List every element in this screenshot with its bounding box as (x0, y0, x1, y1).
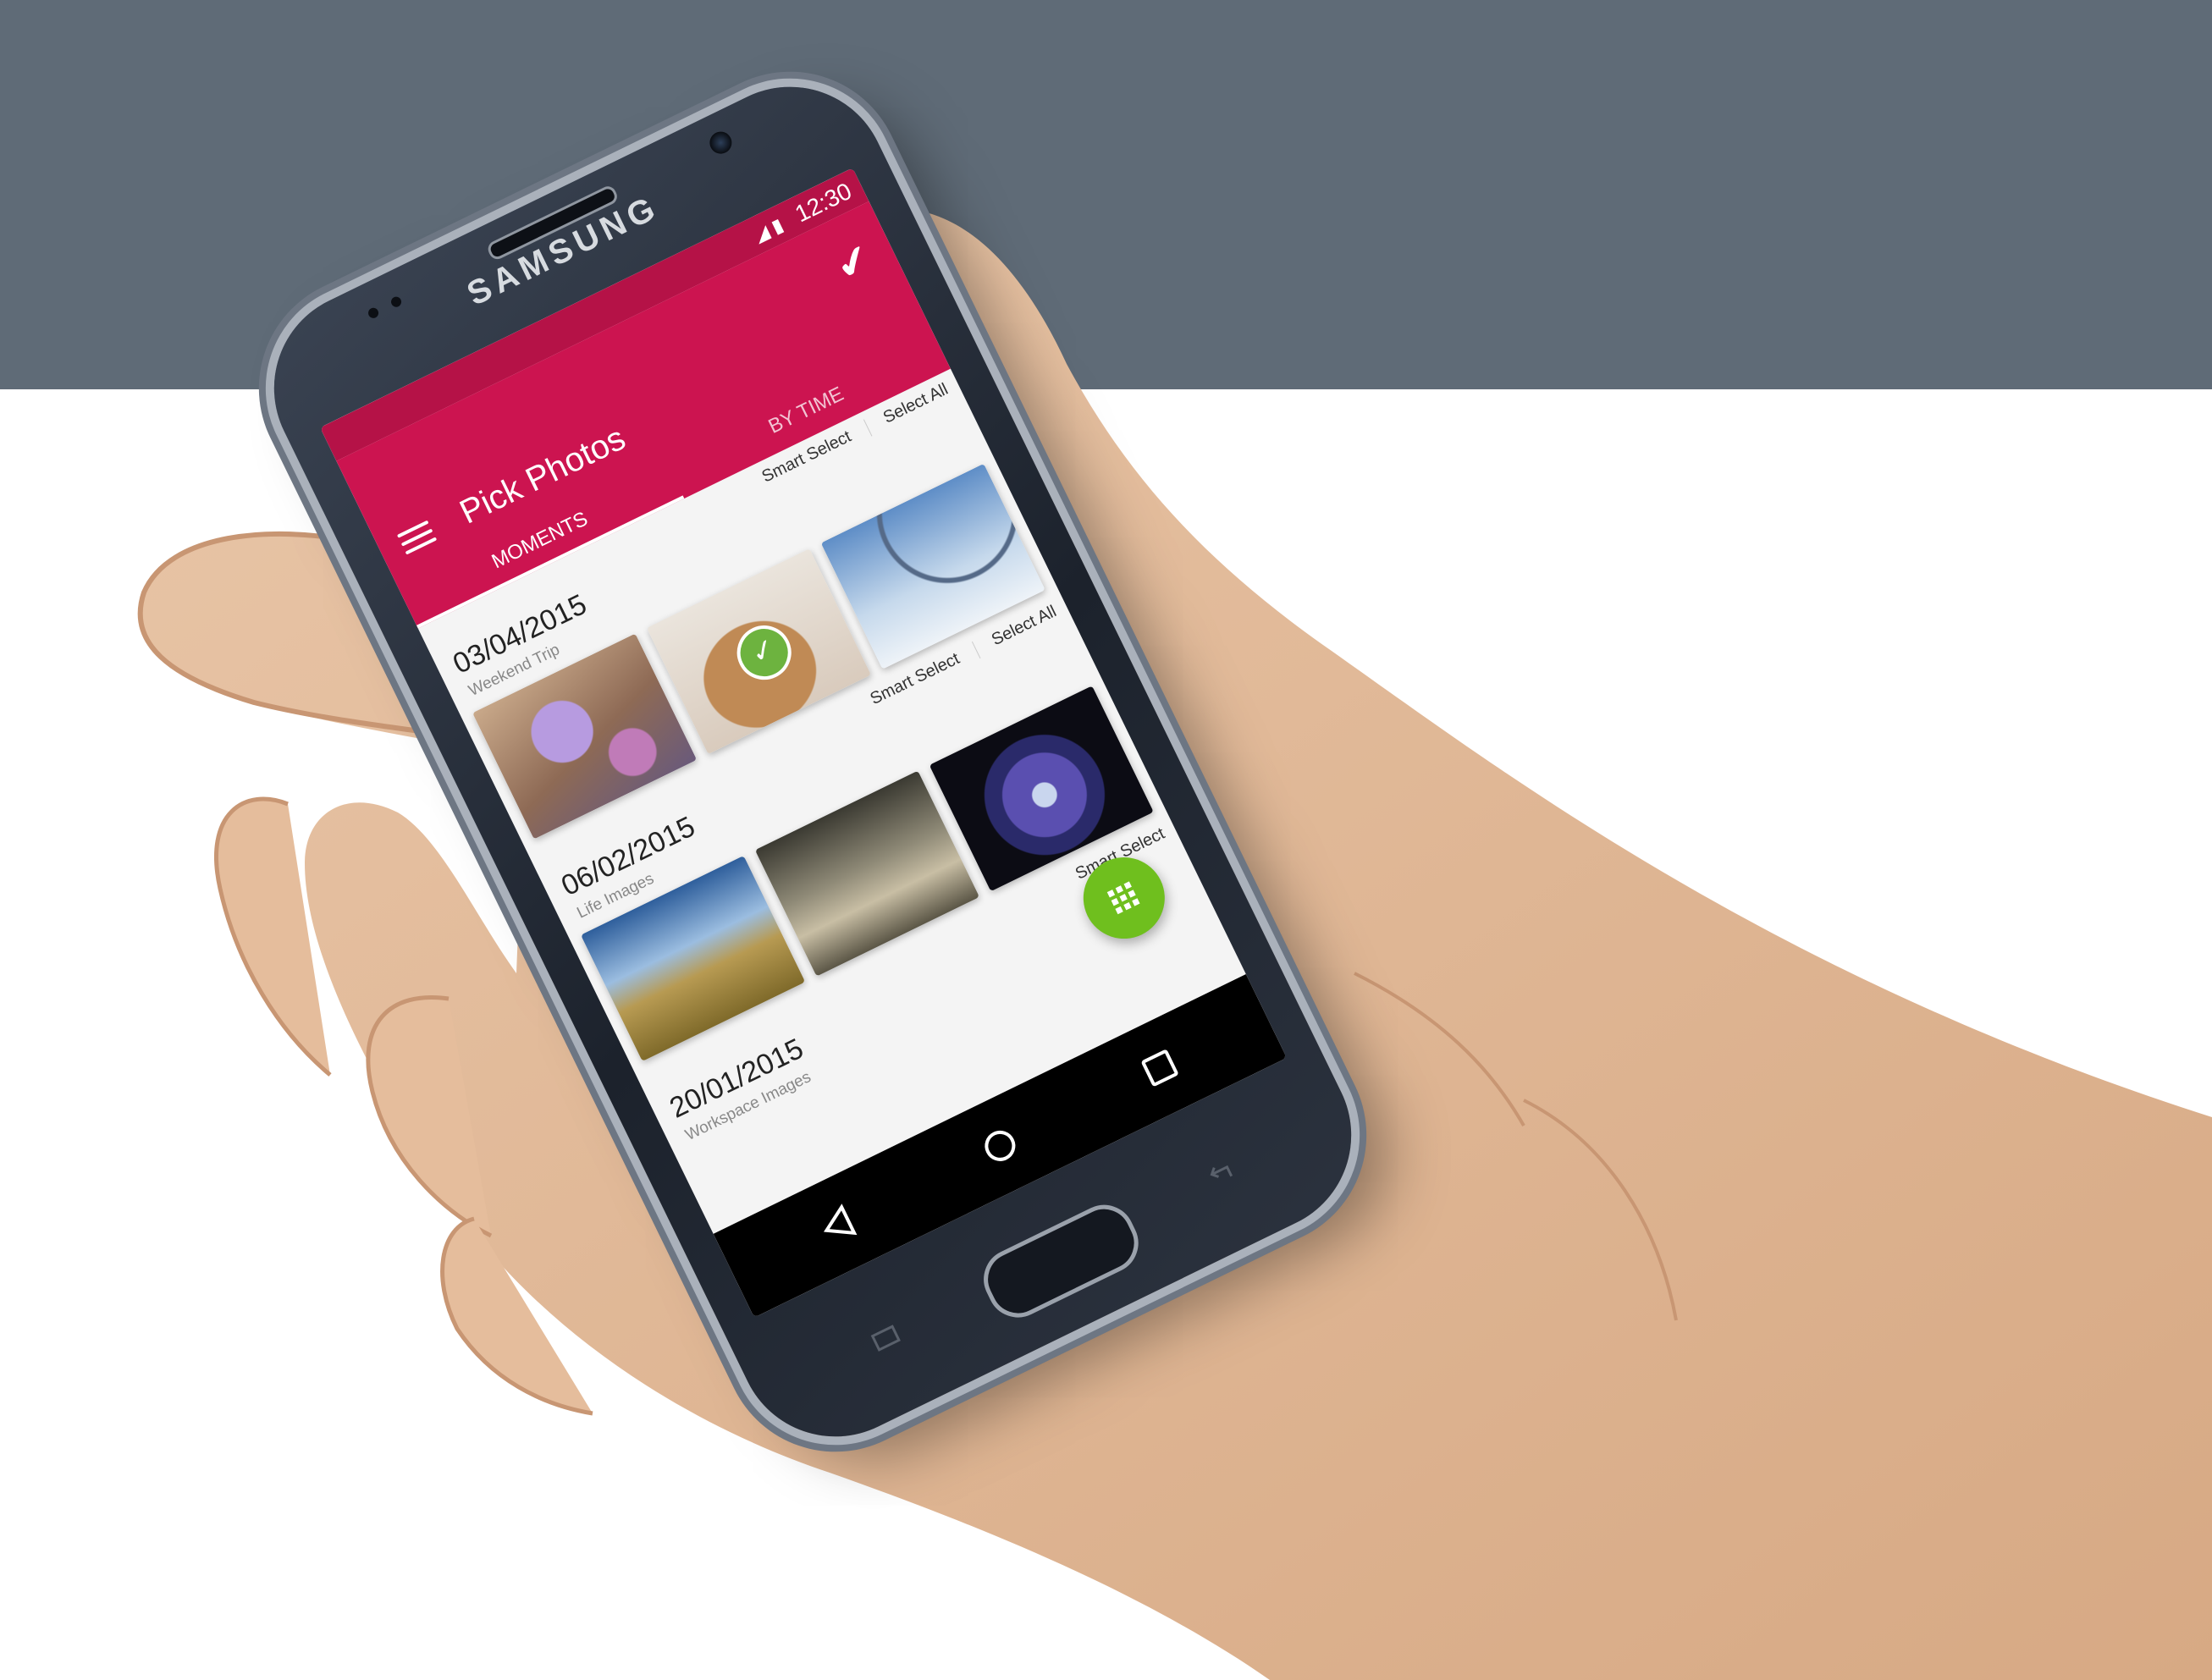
checkmark-icon[interactable]: ✔ (829, 235, 879, 290)
divider (971, 641, 981, 658)
divider (863, 419, 873, 437)
hamburger-menu-icon[interactable] (396, 520, 439, 558)
home-circle-icon[interactable] (968, 1115, 1032, 1176)
back-triangle-icon[interactable] (808, 1193, 873, 1253)
signal-battery-icon: ◢ ▮ (750, 213, 787, 246)
grid-icon (1106, 881, 1141, 915)
selected-check-icon: ✓ (727, 616, 801, 689)
recents-square-icon[interactable] (1128, 1038, 1192, 1098)
